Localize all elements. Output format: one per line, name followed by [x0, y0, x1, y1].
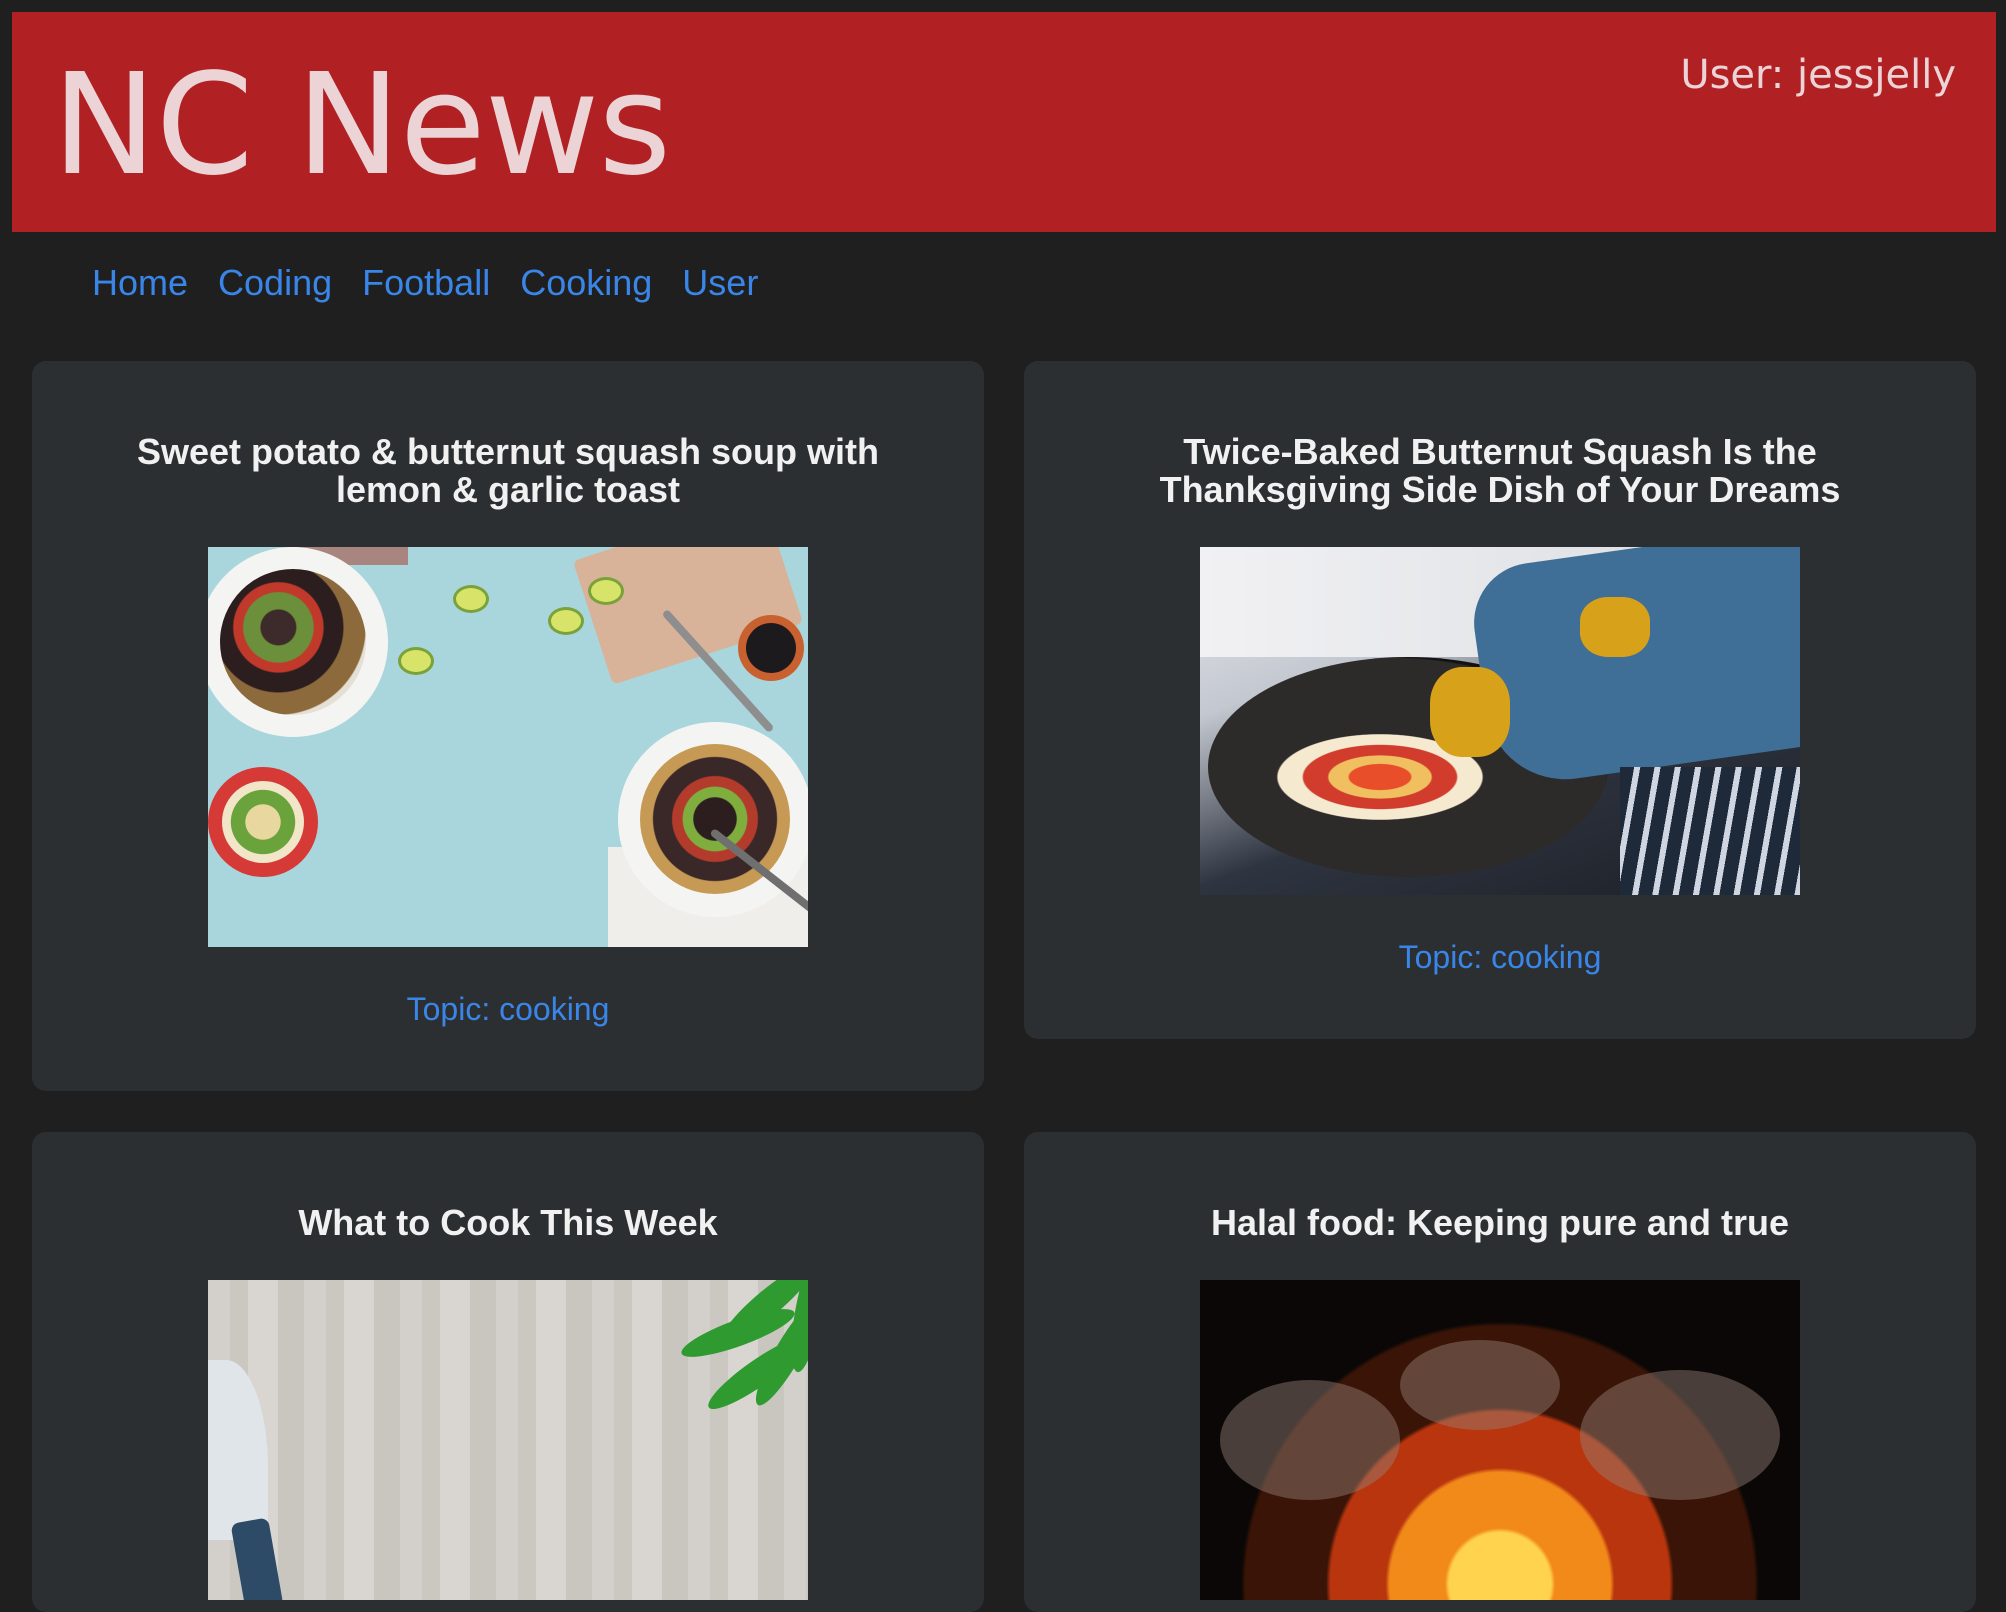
site-title[interactable]: NC News	[52, 56, 671, 196]
article-card[interactable]: Halal food: Keeping pure and true	[1024, 1132, 1976, 1612]
article-card[interactable]: What to Cook This Week	[32, 1132, 984, 1612]
main-nav: Home Coding Football Cooking User	[92, 262, 758, 304]
article-title[interactable]: Sweet potato & butternut squash soup wit…	[88, 433, 928, 509]
article-image	[1200, 1280, 1800, 1600]
article-image	[1200, 547, 1800, 895]
nav-link-football[interactable]: Football	[362, 262, 490, 304]
nav-link-coding[interactable]: Coding	[218, 262, 332, 304]
site-header: NC News User: jessjelly	[12, 12, 1996, 232]
article-topic-link[interactable]: Topic: cooking	[407, 991, 610, 1028]
article-title[interactable]: Halal food: Keeping pure and true	[1080, 1204, 1920, 1242]
nav-link-home[interactable]: Home	[92, 262, 188, 304]
current-user-label[interactable]: User: jessjelly	[1680, 52, 1956, 98]
article-card[interactable]: Twice-Baked Butternut Squash Is the Than…	[1024, 361, 1976, 1039]
nav-link-user[interactable]: User	[682, 262, 758, 304]
nav-link-cooking[interactable]: Cooking	[520, 262, 652, 304]
article-image	[208, 1280, 808, 1600]
article-title[interactable]: What to Cook This Week	[88, 1204, 928, 1242]
article-topic-link[interactable]: Topic: cooking	[1399, 939, 1602, 976]
article-title[interactable]: Twice-Baked Butternut Squash Is the Than…	[1080, 433, 1920, 509]
article-card[interactable]: Sweet potato & butternut squash soup wit…	[32, 361, 984, 1091]
article-image	[208, 547, 808, 947]
